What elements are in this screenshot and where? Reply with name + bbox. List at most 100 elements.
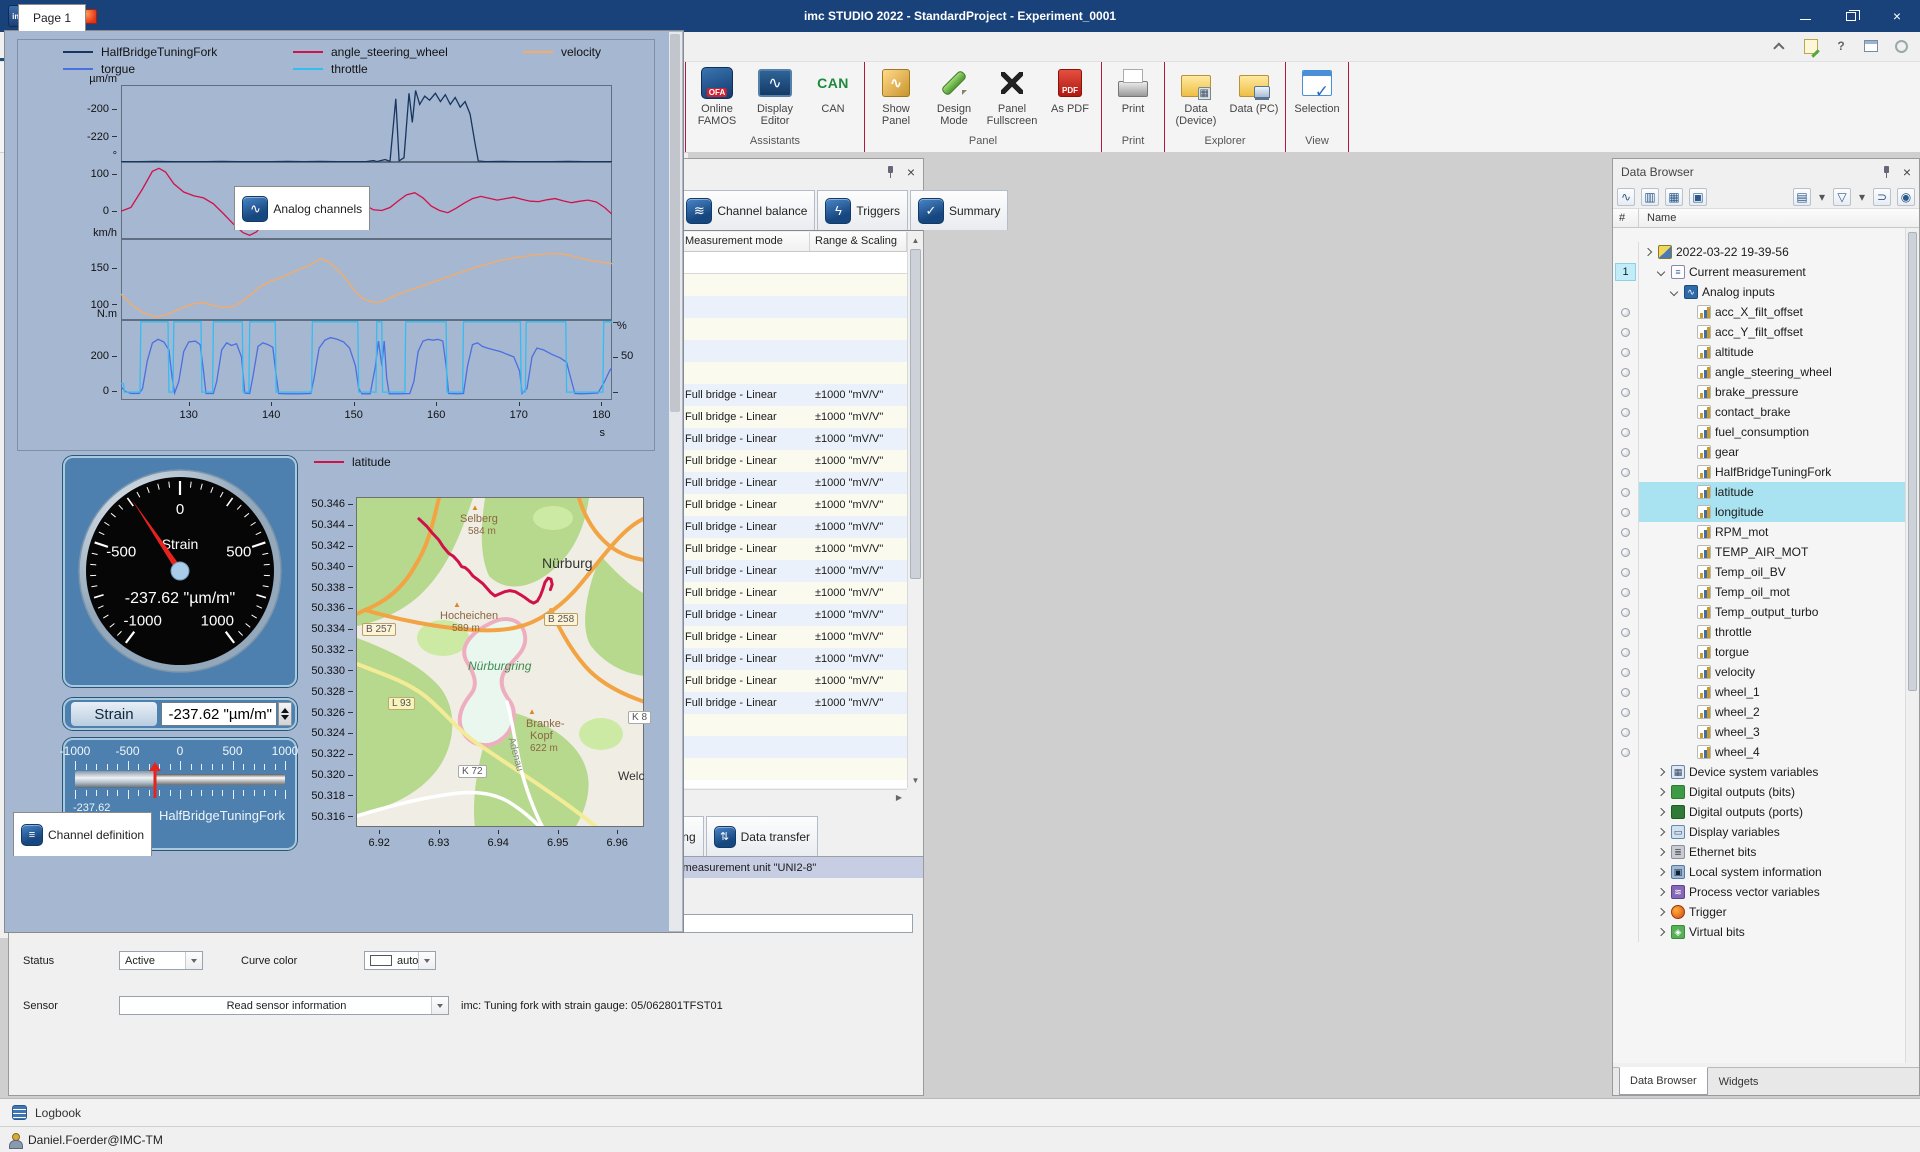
tree-row-torgue[interactable]: torgue [1613, 642, 1905, 662]
edit-note-icon[interactable] [1802, 37, 1820, 55]
numeric-display-widget[interactable]: Strain -237.62 "µm/m" [63, 698, 297, 730]
gauge-widget[interactable]: 05001000-500-1000Strain-237.62 "µm/m" [63, 456, 297, 687]
name-column-header[interactable]: Name [1639, 209, 1919, 227]
panel-display-icon[interactable]: ▣ [1689, 188, 1707, 206]
print-button[interactable]: Print [1104, 64, 1162, 115]
tree-row-contact-brake[interactable]: contact_brake [1613, 402, 1905, 422]
design-mode-button[interactable]: Design Mode [925, 64, 983, 127]
data-browser-scrollbar[interactable] [1905, 228, 1919, 1063]
sensor-button[interactable]: Read sensor information [119, 996, 449, 1015]
tree-chevron-icon[interactable] [1657, 268, 1665, 276]
number-column-header[interactable]: # [1613, 209, 1639, 227]
tree-chevron-icon[interactable] [1657, 908, 1665, 916]
eye-icon[interactable]: ◉ [1897, 188, 1915, 206]
bar-display-icon[interactable]: ▥ [1641, 188, 1659, 206]
tab-data-transfer[interactable]: ⇅Data transfer [706, 816, 818, 856]
scroll-right-button[interactable]: ▶ [891, 790, 907, 805]
filter-combo-icon[interactable]: ▽ [1833, 188, 1851, 206]
tree-row-ethernet-bits[interactable]: ≣Ethernet bits [1613, 842, 1905, 862]
tree-chevron-icon[interactable] [1644, 248, 1652, 256]
data-browser-tab-widgets[interactable]: Widgets [1708, 1068, 1770, 1095]
tree-row-acc-y-filt-offset[interactable]: acc_Y_filt_offset [1613, 322, 1905, 342]
tree-row-local-system-information[interactable]: ▣Local system information [1613, 862, 1905, 882]
tree-row-altitude[interactable]: altitude [1613, 342, 1905, 362]
tree-row-device-system-variables[interactable]: ▦Device system variables [1613, 762, 1905, 782]
tree-row-throttle[interactable]: throttle [1613, 622, 1905, 642]
minimize-button[interactable] [1782, 0, 1828, 32]
panel-scrollbar[interactable] [669, 32, 682, 931]
tree-chevron-icon[interactable] [1657, 768, 1665, 776]
tree-row-digital-outputs-bits[interactable]: Digital outputs (bits) [1613, 782, 1905, 802]
tree-row-wheel-4[interactable]: wheel_4 [1613, 742, 1905, 762]
tree-row-temp-oil-bv[interactable]: Temp_oil_BV [1613, 562, 1905, 582]
tree-row-longitude[interactable]: longitude [1613, 502, 1905, 522]
window-icon[interactable] [1862, 37, 1880, 55]
dropdown-arrow-icon[interactable] [185, 952, 202, 969]
dropdown-arrow-icon[interactable] [431, 997, 448, 1014]
history-icon[interactable] [1892, 37, 1910, 55]
tree-row-latitude[interactable]: latitude [1613, 482, 1905, 502]
data-browser-tab-data-browser[interactable]: Data Browser [1619, 1067, 1708, 1095]
can-button[interactable]: CAN [804, 64, 862, 115]
column-header-measurement-mode[interactable]: Measurement mode [680, 232, 810, 251]
tree-row-wheel-1[interactable]: wheel_1 [1613, 682, 1905, 702]
tree-chevron-icon[interactable] [1657, 928, 1665, 936]
map-widget[interactable] [356, 497, 644, 827]
as-pdf-button[interactable]: As PDF [1041, 64, 1099, 115]
table-display-icon[interactable]: ▦ [1665, 188, 1683, 206]
setup-close-icon[interactable]: × [907, 165, 915, 179]
selection-button[interactable]: Selection [1288, 64, 1346, 115]
dropdown-icon[interactable]: ▾ [1817, 188, 1827, 206]
page-tab[interactable]: Page 1 [18, 4, 86, 31]
tree-row-display-variables[interactable]: ▭Display variables [1613, 822, 1905, 842]
link-icon[interactable]: ⊃ [1873, 188, 1891, 206]
data-browser-close-icon[interactable]: × [1903, 165, 1911, 179]
data-pc-button[interactable]: Data (PC) [1225, 64, 1283, 115]
close-button[interactable]: × [1874, 0, 1920, 32]
panel-fullscreen-button[interactable]: Panel Fullscreen [983, 64, 1041, 127]
tree-row-acc-x-filt-offset[interactable]: acc_X_filt_offset [1613, 302, 1905, 322]
tree-row-virtual-bits[interactable]: ◈Virtual bits [1613, 922, 1905, 942]
tree-chevron-icon[interactable] [1657, 868, 1665, 876]
tree-row-current-measurement[interactable]: 1≡Current measurement [1613, 262, 1905, 282]
tab-channel-definition[interactable]: ≡Channel definition [13, 812, 152, 856]
tree-chevron-icon[interactable] [1657, 828, 1665, 836]
tree-row-analog-inputs[interactable]: ∿Analog inputs [1613, 282, 1905, 302]
tree-row-brake-pressure[interactable]: brake_pressure [1613, 382, 1905, 402]
display-combo-icon[interactable]: ▤ [1793, 188, 1811, 206]
tree-row-wheel-2[interactable]: wheel_2 [1613, 702, 1905, 722]
tab-analog-channels[interactable]: ∿Analog channels [234, 186, 370, 230]
tree-chevron-icon[interactable] [1670, 288, 1678, 296]
display-editor-button[interactable]: Display Editor [746, 64, 804, 127]
logbook-bar[interactable]: Logbook [0, 1098, 1920, 1126]
tab-triggers[interactable]: ϟTriggers [817, 190, 908, 230]
tree-row-halfbridgetuningfork[interactable]: HalfBridgeTuningFork [1613, 462, 1905, 482]
tree-chevron-icon[interactable] [1657, 848, 1665, 856]
column-header-range-scaling[interactable]: Range & Scaling [810, 232, 907, 251]
tree-row-wheel-3[interactable]: wheel_3 [1613, 722, 1905, 742]
tree-row-digital-outputs-ports[interactable]: Digital outputs (ports) [1613, 802, 1905, 822]
curve-color-combo[interactable]: auto [364, 951, 436, 970]
tree-row-2022-03-22-19-39-56[interactable]: 2022-03-22 19-39-56 [1613, 242, 1905, 262]
show-panel-button[interactable]: Show Panel [867, 64, 925, 127]
pin-icon[interactable] [883, 165, 897, 179]
pin-icon[interactable] [1879, 165, 1893, 179]
tree-row-gear[interactable]: gear [1613, 442, 1905, 462]
collapse-ribbon-icon[interactable] [1772, 37, 1790, 55]
restore-button[interactable] [1828, 0, 1874, 32]
tab-channel-balance[interactable]: ≋Channel balance [678, 190, 815, 230]
tree-row-trigger[interactable]: Trigger [1613, 902, 1905, 922]
help-icon[interactable]: ? [1832, 37, 1850, 55]
table-vertical-scrollbar[interactable]: ▲ ▼ [907, 232, 923, 788]
dropdown-icon[interactable]: ▾ [1857, 188, 1867, 206]
status-combo[interactable]: Active [119, 951, 203, 970]
tree-chevron-icon[interactable] [1657, 888, 1665, 896]
tree-row-angle-steering-wheel[interactable]: angle_steering_wheel [1613, 362, 1905, 382]
tab-summary[interactable]: ✓Summary [910, 190, 1008, 230]
tree-row-fuel-consumption[interactable]: fuel_consumption [1613, 422, 1905, 442]
tree-row-temp-air-mot[interactable]: TEMP_AIR_MOT [1613, 542, 1905, 562]
data-device-button[interactable]: Data (Device) [1167, 64, 1225, 127]
tree-row-rpm-mot[interactable]: RPM_mot [1613, 522, 1905, 542]
tree-chevron-icon[interactable] [1657, 808, 1665, 816]
scroll-down-button[interactable]: ▼ [908, 772, 923, 788]
